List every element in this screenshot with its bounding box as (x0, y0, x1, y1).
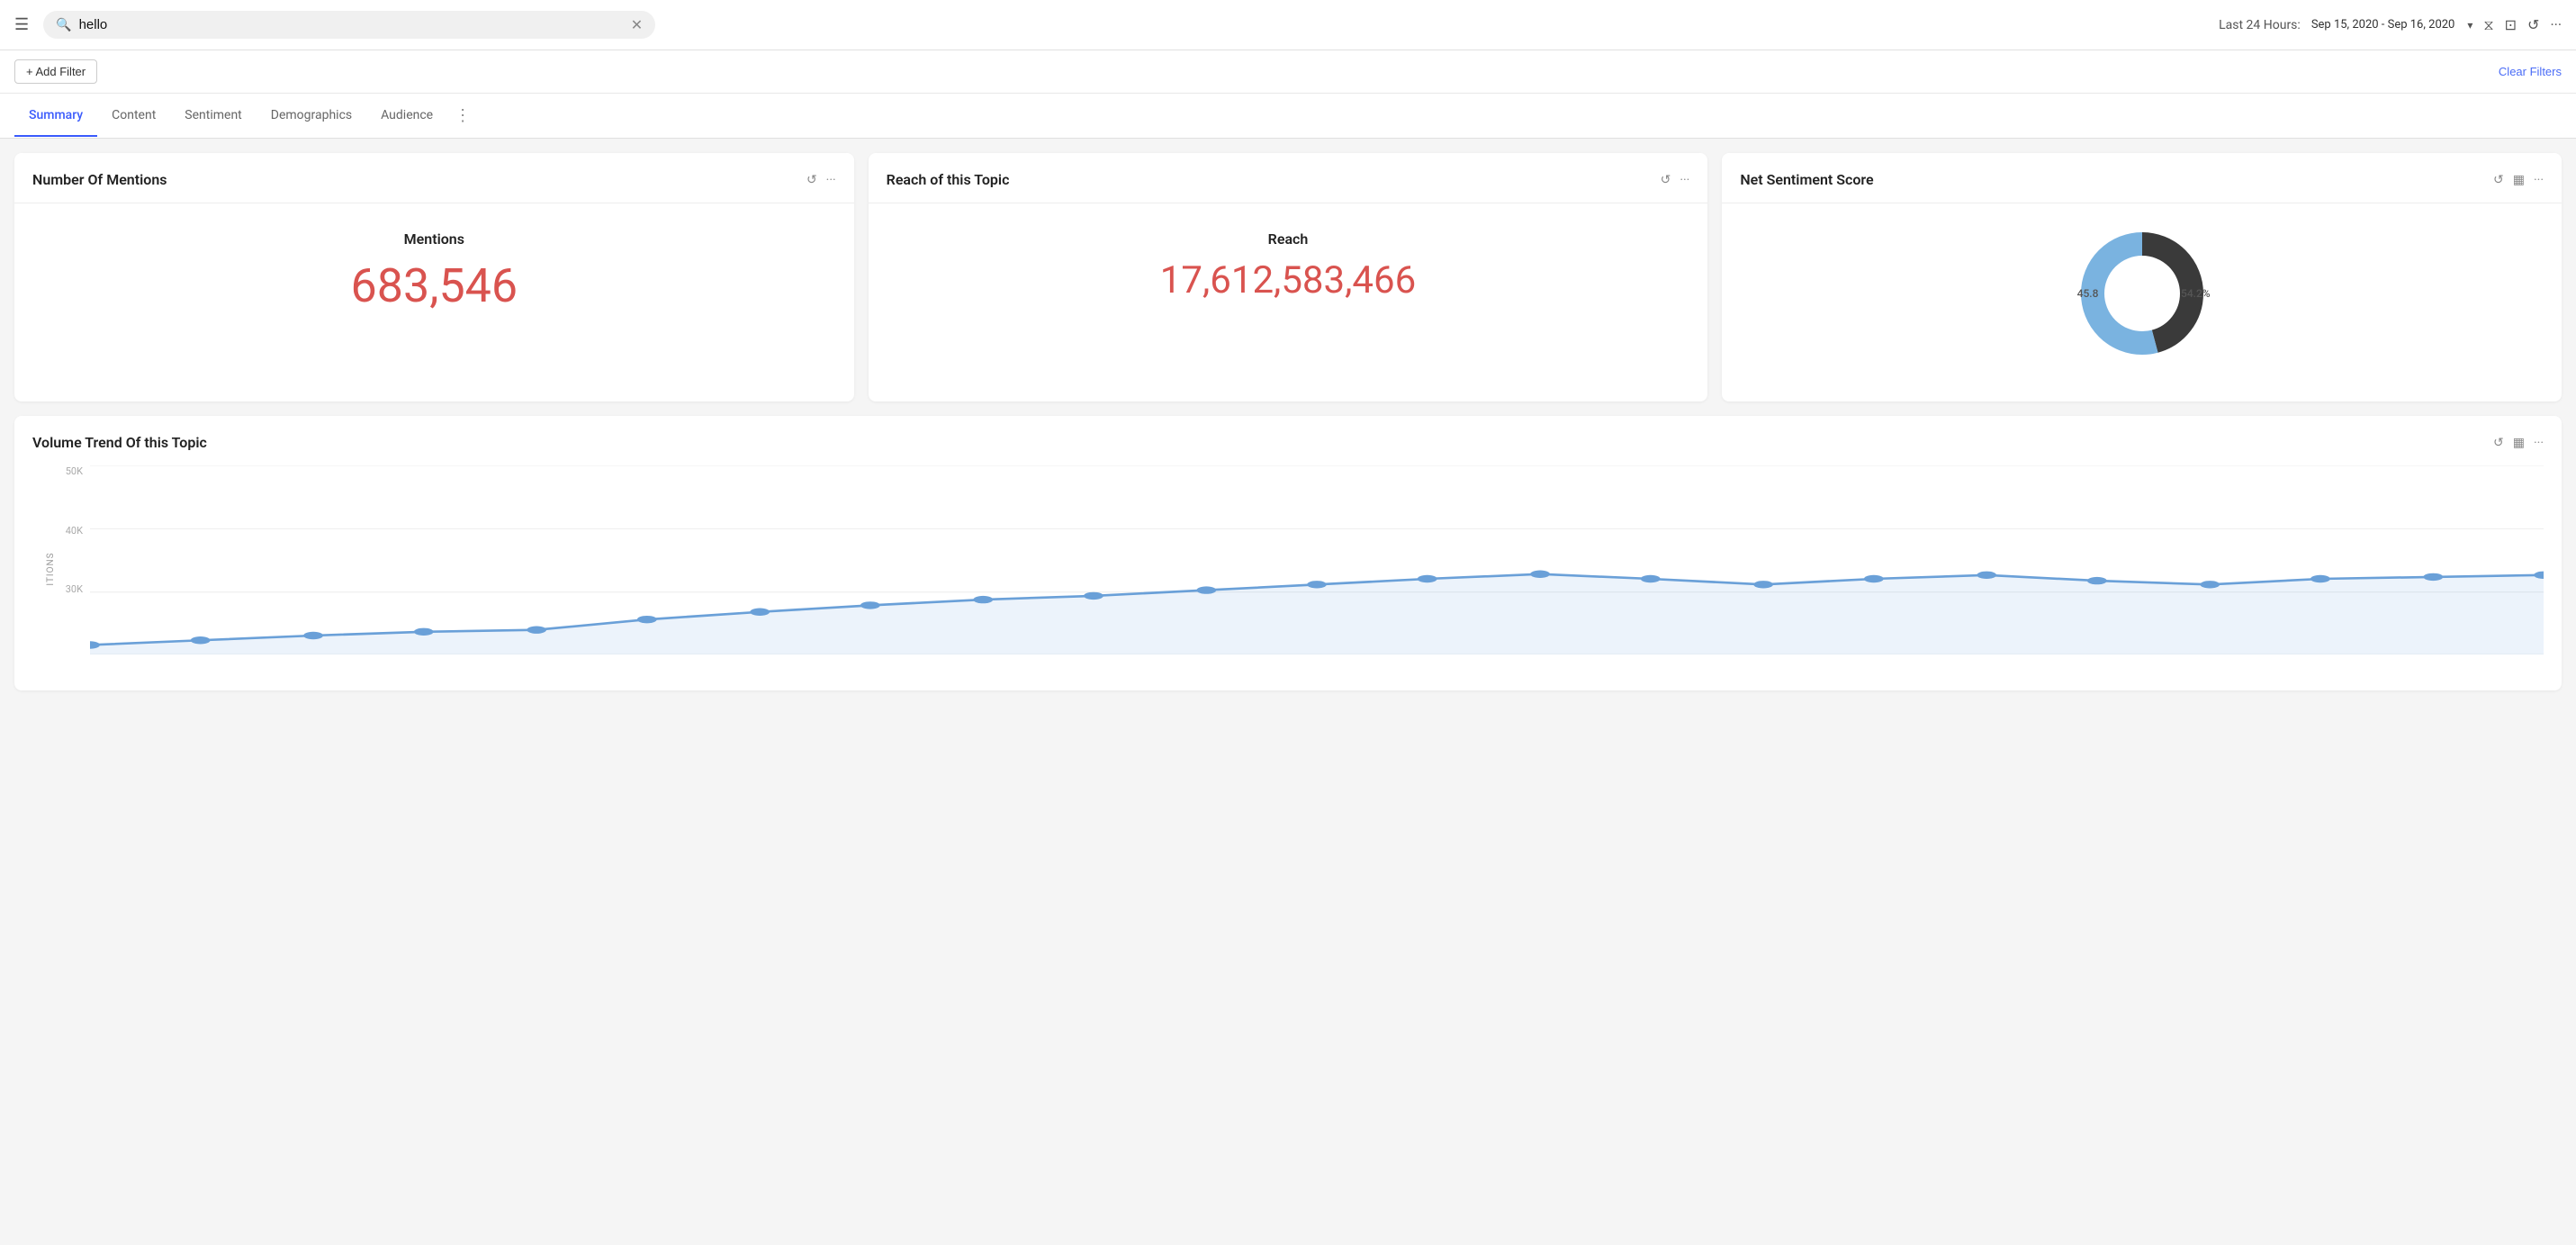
save-icon[interactable]: ⊡ (2505, 16, 2517, 33)
filter-icon[interactable]: ⧖ (2483, 16, 2493, 34)
reach-refresh-icon[interactable]: ↺ (1661, 173, 1671, 187)
reach-value: 17,612,583,466 (1160, 258, 1416, 302)
point-11 (1307, 581, 1327, 588)
chevron-icon[interactable]: ▾ (2467, 19, 2472, 32)
tabs-more-icon[interactable]: ⋮ (447, 94, 478, 138)
point-15 (1753, 581, 1773, 588)
trend-chart-container: ITIONS 50K 40K 30K . (32, 465, 2544, 672)
y-label-30k: 30K (66, 583, 83, 595)
point-20 (2310, 575, 2330, 582)
trend-card: Volume Trend Of this Topic ↺ ▦ ··· ITION… (14, 416, 2562, 690)
sentiment-bar-icon[interactable]: ▦ (2513, 173, 2525, 187)
donut-hole (2106, 257, 2178, 329)
add-filter-button[interactable]: + Add Filter (14, 59, 97, 84)
reach-card-title: Reach of this Topic (887, 171, 1010, 188)
point-1 (191, 636, 211, 644)
mentions-card-actions: ↺ ··· (806, 173, 836, 187)
tab-audience[interactable]: Audience (366, 95, 447, 137)
sentiment-card: Net Sentiment Score ↺ ▦ ··· (1722, 153, 2562, 401)
reach-label: Reach (1268, 230, 1309, 248)
point-2 (303, 632, 323, 639)
search-bar: 🔍 ✕ (43, 11, 655, 39)
point-8 (973, 596, 993, 603)
point-18 (2087, 577, 2107, 584)
mentions-card: Number Of Mentions ↺ ··· Mentions 683,54… (14, 153, 854, 401)
donut-chart: 45.8 54.2% (2070, 221, 2214, 365)
trend-title: Volume Trend Of this Topic (32, 434, 207, 451)
more-options-icon[interactable]: ··· (2550, 16, 2562, 33)
trend-svg (90, 465, 2544, 654)
mentions-card-header: Number Of Mentions ↺ ··· (32, 171, 836, 188)
point-13 (1530, 571, 1550, 578)
sentiment-more-icon[interactable]: ··· (2534, 173, 2544, 187)
mentions-more-icon[interactable]: ··· (826, 173, 836, 187)
point-7 (860, 601, 880, 609)
search-clear-icon[interactable]: ✕ (631, 16, 643, 33)
tab-sentiment[interactable]: Sentiment (170, 95, 256, 137)
sentiment-card-header: Net Sentiment Score ↺ ▦ ··· (1740, 171, 2544, 188)
y-axis-labels: 50K 40K 30K . (50, 465, 83, 654)
header: ☰ 🔍 ✕ Last 24 Hours: Sep 15, 2020 - Sep … (0, 0, 2576, 50)
reach-card: Reach of this Topic ↺ ··· Reach 17,612,5… (869, 153, 1708, 401)
trend-header: Volume Trend Of this Topic ↺ ▦ ··· (32, 434, 2544, 451)
tabs: Summary Content Sentiment Demographics A… (0, 94, 2576, 139)
point-19 (2200, 581, 2220, 588)
reach-metric: Reach 17,612,583,466 (887, 203, 1690, 329)
clear-filters-button[interactable]: Clear Filters (2499, 65, 2562, 78)
sentiment-card-title: Net Sentiment Score (1740, 171, 1873, 188)
reach-more-icon[interactable]: ··· (1680, 173, 1689, 187)
reach-card-header: Reach of this Topic ↺ ··· (887, 171, 1690, 188)
trend-card-actions: ↺ ▦ ··· (2493, 436, 2544, 450)
y-label-spacer: . (80, 643, 83, 654)
refresh-icon[interactable]: ↺ (2527, 16, 2539, 33)
point-21 (2423, 573, 2443, 581)
reach-card-actions: ↺ ··· (1661, 173, 1690, 187)
sentiment-card-actions: ↺ ▦ ··· (2493, 173, 2544, 187)
hamburger-icon[interactable]: ☰ (14, 15, 29, 34)
point-14 (1641, 575, 1661, 582)
mentions-refresh-icon[interactable]: ↺ (806, 173, 817, 187)
chart-area (90, 465, 2544, 654)
search-input[interactable] (79, 17, 624, 32)
mentions-value: 683,546 (351, 258, 518, 313)
point-16 (1864, 575, 1884, 582)
donut-dark-label: 45.8 (2077, 287, 2099, 300)
trend-more-icon[interactable]: ··· (2534, 436, 2544, 450)
sentiment-donut-area: 45.8 54.2% (1740, 203, 2544, 383)
cards-row: Number Of Mentions ↺ ··· Mentions 683,54… (14, 153, 2562, 401)
tab-content[interactable]: Content (97, 95, 170, 137)
point-12 (1418, 575, 1437, 582)
point-3 (414, 628, 434, 636)
mentions-label: Mentions (404, 230, 464, 248)
header-right: Last 24 Hours: Sep 15, 2020 - Sep 16, 20… (2219, 16, 2562, 34)
point-17 (1977, 572, 1996, 579)
y-label-40k: 40K (66, 525, 83, 537)
donut-light-label: 54.2% (2181, 287, 2211, 300)
mentions-card-title: Number Of Mentions (32, 171, 167, 188)
trend-bar-icon[interactable]: ▦ (2513, 436, 2525, 450)
point-9 (1084, 592, 1103, 600)
search-icon: 🔍 (56, 18, 71, 32)
tab-summary[interactable]: Summary (14, 95, 97, 137)
date-range[interactable]: Sep 15, 2020 - Sep 16, 2020 (2311, 18, 2455, 32)
main-content: Number Of Mentions ↺ ··· Mentions 683,54… (0, 139, 2576, 1245)
tab-demographics[interactable]: Demographics (257, 95, 366, 137)
point-4 (527, 627, 546, 634)
trend-refresh-icon[interactable]: ↺ (2493, 436, 2504, 450)
sentiment-refresh-icon[interactable]: ↺ (2493, 173, 2504, 187)
mentions-metric: Mentions 683,546 (32, 203, 836, 340)
y-label-50k: 50K (66, 465, 83, 477)
point-10 (1196, 586, 1216, 593)
point-6 (750, 609, 770, 616)
filter-bar: + Add Filter Clear Filters (0, 50, 2576, 94)
date-label: Last 24 Hours: (2219, 18, 2301, 32)
point-5 (637, 616, 657, 623)
